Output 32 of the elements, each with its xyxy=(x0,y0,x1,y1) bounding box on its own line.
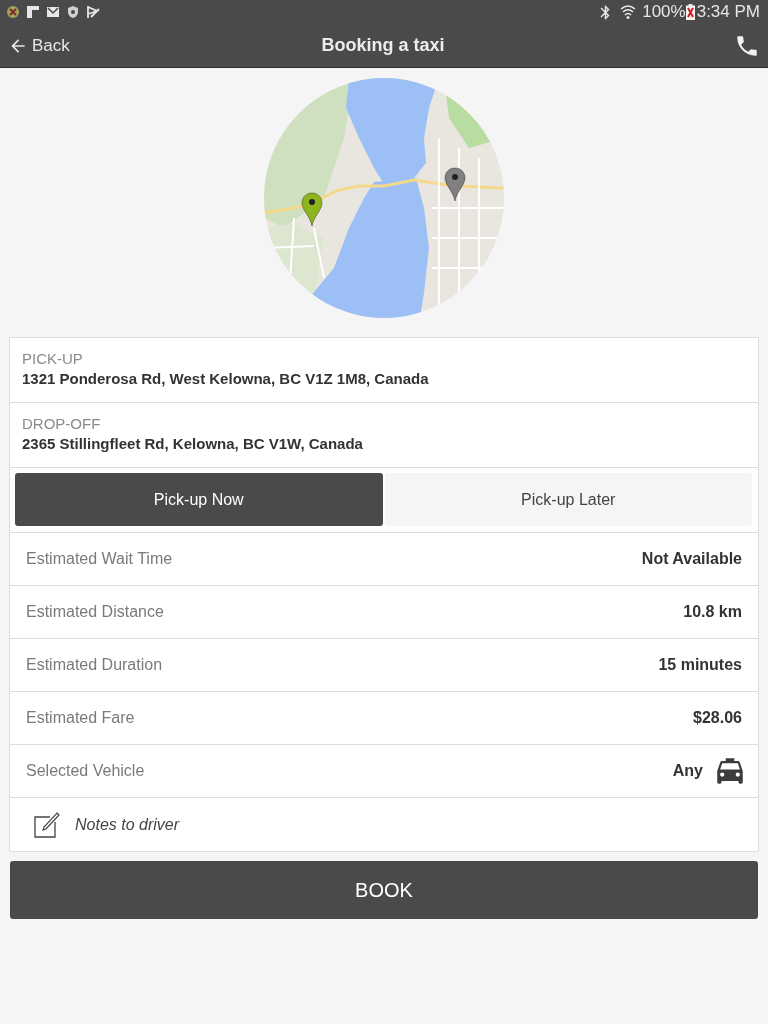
detail-label: Selected Vehicle xyxy=(26,762,145,780)
screen-title: Booking a taxi xyxy=(321,35,445,56)
detail-label: Estimated Fare xyxy=(26,709,135,727)
pickup-time-tab[interactable]: Pick-up Now xyxy=(15,473,383,526)
map-pin-icon xyxy=(444,167,466,202)
pickup-time-tab[interactable]: Pick-up Later xyxy=(384,473,752,526)
detail-label: Estimated Distance xyxy=(26,603,164,621)
check-flag-icon xyxy=(86,5,100,19)
address-label: PICK-UP xyxy=(22,350,84,367)
clock-time: 3:34 PM xyxy=(696,2,760,22)
detail-value: 10.8 km xyxy=(683,603,742,621)
mail-icon xyxy=(46,5,60,19)
shield-icon xyxy=(66,5,80,19)
detail-value: $28.06 xyxy=(693,709,742,727)
back-button[interactable]: Back xyxy=(6,33,72,58)
detail-value: Any xyxy=(672,762,703,780)
map-pin-icon xyxy=(301,192,323,227)
address-text: 1321 Ponderosa Rd, West Kelowna, BC V1Z 1M8, Canada xyxy=(22,370,430,387)
robot-icon xyxy=(6,5,20,19)
address-text: 2365 Stillingfleet Rd, Kelowna, BC V1W, Canada xyxy=(22,435,364,452)
detail-value: 15 minutes xyxy=(658,656,742,674)
wifi-icon xyxy=(620,4,637,20)
battery-icon xyxy=(685,4,695,20)
battery-percentage: 100% xyxy=(642,2,686,22)
detail-value: Not Available xyxy=(641,550,742,568)
book-button[interactable]: BOOK xyxy=(10,861,758,919)
detail-label: Estimated Duration xyxy=(26,656,163,674)
edit-note-icon xyxy=(34,811,60,838)
notes-field[interactable]: Notes to driver xyxy=(75,806,744,843)
flag-icon xyxy=(26,5,40,19)
address-label: DROP-OFF xyxy=(22,415,102,432)
detail-label: Estimated Wait Time xyxy=(26,550,173,568)
